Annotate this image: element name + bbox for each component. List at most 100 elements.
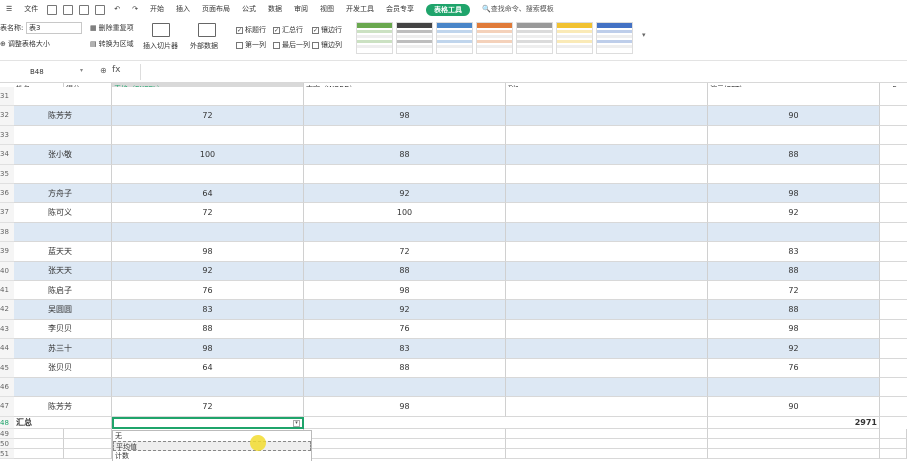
table-cell[interactable]: 陈启子 — [14, 281, 112, 301]
table-cell[interactable] — [708, 222, 880, 243]
table-cell[interactable] — [880, 222, 907, 243]
row-header[interactable]: 36 — [0, 184, 14, 204]
remove-duplicates-button[interactable]: ▦ 删除重复项 — [90, 23, 134, 33]
table-cell[interactable]: 72 — [112, 106, 304, 126]
total-cell-selected[interactable]: ▾ — [112, 416, 304, 429]
preview-icon[interactable] — [95, 4, 106, 15]
table-cell[interactable]: 90 — [708, 106, 880, 126]
table-cell[interactable]: 李贝贝 — [14, 319, 112, 340]
menu-tab-review[interactable]: 审阅 — [288, 0, 314, 19]
table-cell[interactable]: 吴圆圆 — [14, 300, 112, 320]
convert-to-range-button[interactable]: ▤ 转换为区域 — [90, 39, 134, 49]
table-cell[interactable]: 76 — [112, 281, 304, 301]
table-cell[interactable]: 83 — [708, 242, 880, 262]
table-cell[interactable] — [14, 125, 112, 146]
menu-tab-view[interactable]: 视图 — [314, 0, 340, 19]
table-cell[interactable]: 98 — [112, 242, 304, 262]
table-cell[interactable] — [880, 397, 907, 417]
empty-cell[interactable] — [506, 428, 708, 439]
table-cell[interactable] — [880, 145, 907, 165]
table-cell[interactable] — [880, 106, 907, 126]
table-cell[interactable] — [506, 106, 708, 126]
table-cell[interactable] — [880, 358, 907, 378]
empty-cell[interactable] — [14, 438, 64, 449]
table-cell[interactable]: 92 — [708, 203, 880, 223]
table-cell[interactable]: 64 — [112, 184, 304, 204]
empty-cell[interactable] — [506, 448, 708, 459]
checkbox-header-row[interactable]: ✓ 标题行 — [236, 25, 266, 35]
empty-cell[interactable] — [708, 448, 880, 459]
table-cell[interactable]: 76 — [708, 358, 880, 378]
checkbox-last-column[interactable]: 最后一列 — [273, 40, 310, 50]
table-cell[interactable]: 92 — [708, 339, 880, 359]
resize-table-button[interactable]: ⊕ 调整表格大小 — [0, 39, 50, 49]
table-cell[interactable] — [506, 203, 708, 223]
empty-cell[interactable] — [880, 448, 907, 459]
menu-tab-formula[interactable]: 公式 — [236, 0, 262, 19]
gallery-more-icon[interactable]: ▾ — [642, 31, 646, 39]
table-cell[interactable] — [880, 300, 907, 320]
table-cell[interactable]: 88 — [112, 319, 304, 340]
table-cell[interactable]: 92 — [304, 300, 506, 320]
table-cell[interactable] — [708, 87, 880, 107]
table-cell[interactable] — [708, 164, 880, 184]
table-cell[interactable] — [880, 184, 907, 204]
table-cell[interactable]: 64 — [112, 358, 304, 378]
row-header[interactable]: 48 — [0, 416, 14, 429]
row-header[interactable]: 50 — [0, 438, 14, 449]
table-style-thumb[interactable] — [556, 22, 593, 54]
empty-cell[interactable] — [708, 428, 880, 439]
empty-cell[interactable] — [304, 428, 506, 439]
row-header[interactable]: 38 — [0, 222, 14, 243]
table-cell[interactable] — [112, 125, 304, 146]
table-cell[interactable]: 88 — [304, 261, 506, 281]
row-header[interactable]: 37 — [0, 203, 14, 223]
table-cell[interactable]: 88 — [708, 145, 880, 165]
table-cell[interactable]: 98 — [304, 106, 506, 126]
table-cell[interactable] — [880, 339, 907, 359]
empty-cell[interactable] — [880, 438, 907, 449]
table-cell[interactable] — [880, 242, 907, 262]
hamburger-icon[interactable]: ☰ — [0, 0, 18, 19]
empty-cell[interactable] — [304, 438, 506, 449]
empty-cell[interactable] — [64, 438, 112, 449]
table-cell[interactable] — [14, 164, 112, 184]
row-header[interactable]: 39 — [0, 242, 14, 262]
table-cell[interactable]: 83 — [304, 339, 506, 359]
row-header[interactable]: 47 — [0, 397, 14, 417]
row-header[interactable]: 33 — [0, 125, 14, 146]
table-style-thumb[interactable] — [476, 22, 513, 54]
table-cell[interactable] — [304, 87, 506, 107]
command-search[interactable]: 🔍 查找命令、搜索模板 — [476, 0, 560, 19]
table-cell[interactable]: 98 — [304, 397, 506, 417]
total-function-dropdown-icon[interactable]: ▾ — [293, 419, 300, 427]
table-cell[interactable] — [14, 378, 112, 398]
insert-slicer-button[interactable]: 插入切片器 — [143, 41, 178, 51]
table-cell[interactable] — [880, 203, 907, 223]
table-cell[interactable] — [506, 397, 708, 417]
menu-tab-page-layout[interactable]: 页面布局 — [196, 0, 236, 19]
table-cell[interactable]: 98 — [708, 184, 880, 204]
table-cell[interactable] — [14, 222, 112, 243]
table-cell[interactable] — [880, 281, 907, 301]
dropdown-option[interactable]: 计数 — [113, 451, 311, 461]
row-header[interactable]: 46 — [0, 378, 14, 398]
table-cell[interactable] — [506, 164, 708, 184]
empty-cell[interactable] — [14, 448, 64, 459]
empty-cell[interactable] — [304, 448, 506, 459]
table-cell[interactable] — [112, 87, 304, 107]
table-style-thumb[interactable] — [436, 22, 473, 54]
menu-tab-member[interactable]: 会员专享 — [380, 0, 420, 19]
table-name-input[interactable]: 表3 — [26, 22, 82, 34]
table-cell[interactable] — [506, 87, 708, 107]
table-cell[interactable]: 72 — [112, 397, 304, 417]
table-cell[interactable] — [506, 281, 708, 301]
table-cell[interactable]: 83 — [112, 300, 304, 320]
row-header[interactable]: 40 — [0, 261, 14, 281]
row-header[interactable]: 34 — [0, 145, 14, 165]
table-cell[interactable] — [880, 164, 907, 184]
table-cell[interactable]: 98 — [708, 319, 880, 340]
row-header[interactable]: 45 — [0, 358, 14, 378]
menu-tab-developer[interactable]: 开发工具 — [340, 0, 380, 19]
slicer-icon[interactable] — [152, 23, 170, 37]
